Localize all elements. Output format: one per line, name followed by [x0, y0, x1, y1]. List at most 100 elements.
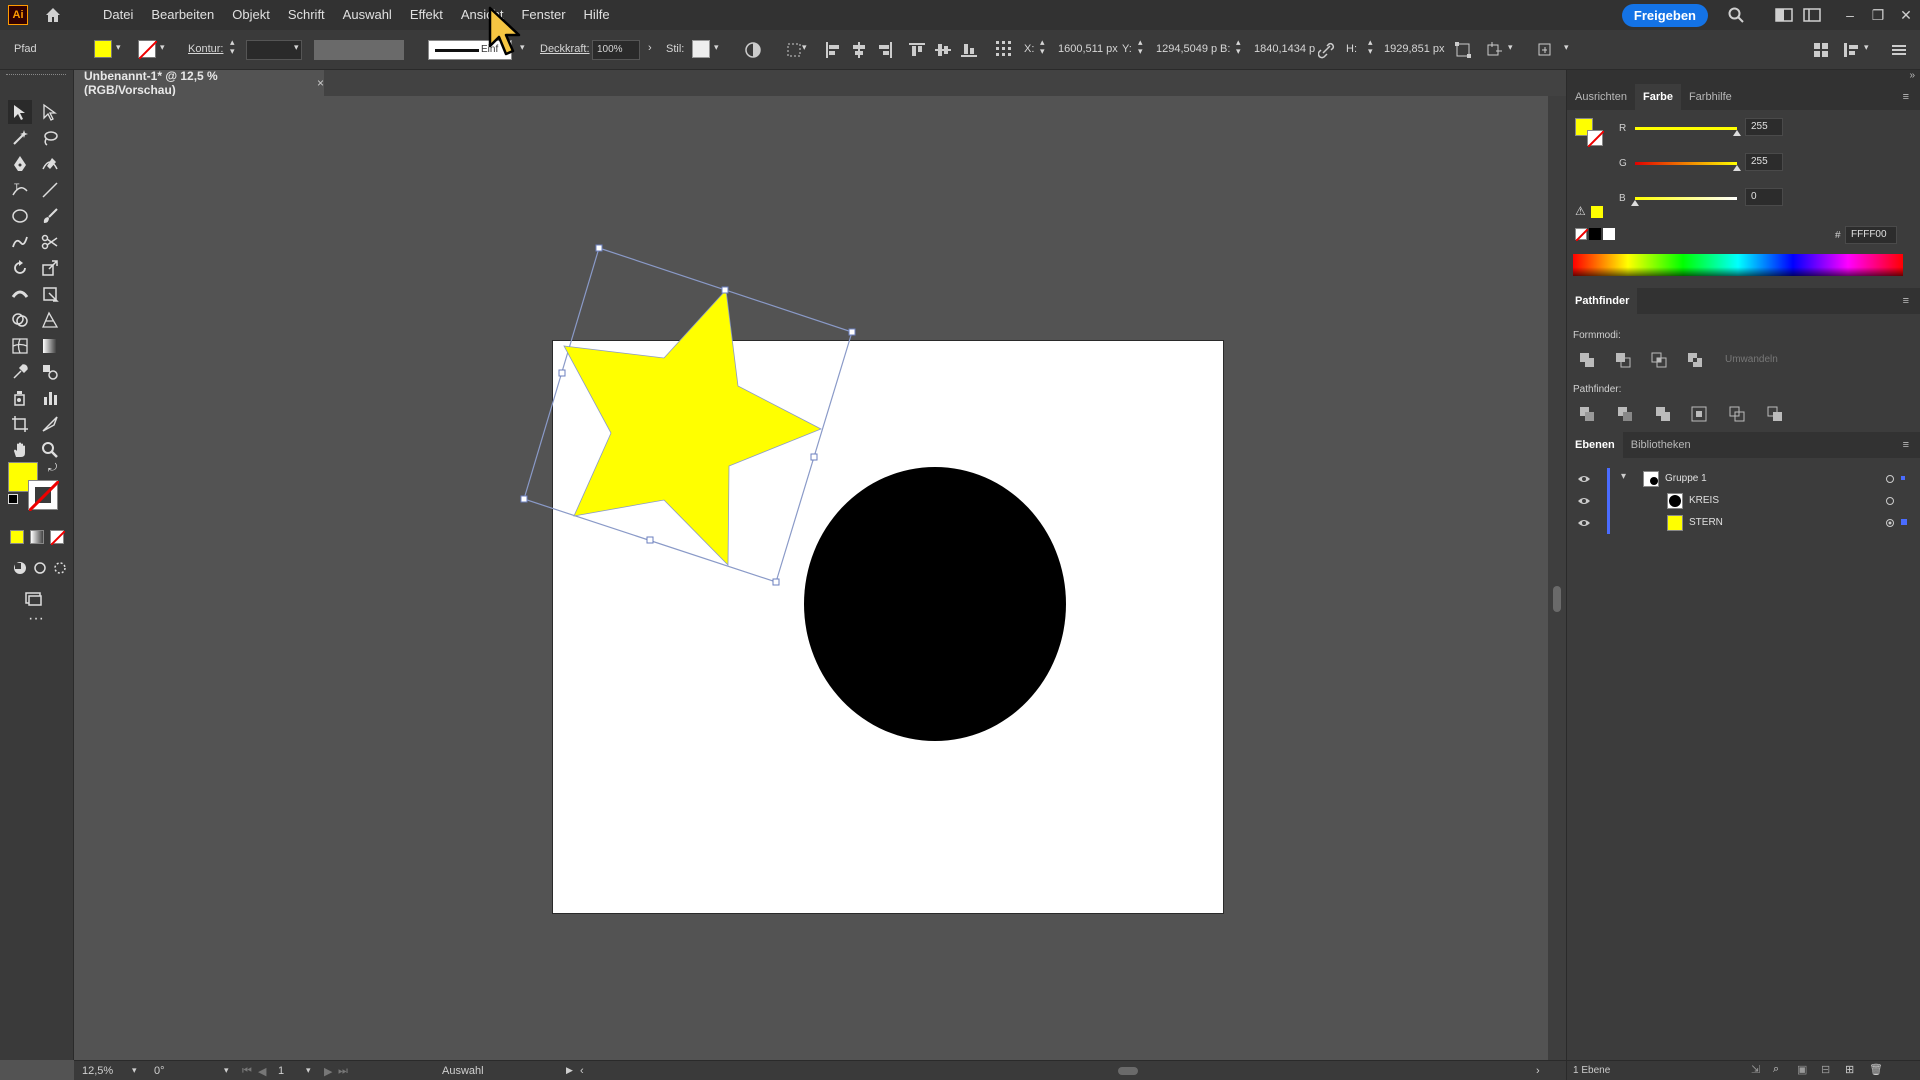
shaper-tool-icon[interactable]: [8, 230, 32, 254]
variable-width-field[interactable]: [314, 40, 404, 60]
properties-toggle-icon[interactable]: [1842, 41, 1860, 59]
selection-indicator[interactable]: [1901, 519, 1907, 525]
align-bottom-icon[interactable]: [960, 41, 978, 59]
trash-icon[interactable]: 🗑: [1869, 1063, 1883, 1076]
restore-icon[interactable]: ❐: [1864, 0, 1892, 30]
crop-icon[interactable]: [1691, 406, 1707, 422]
x-field[interactable]: 1600,511 px: [1058, 43, 1118, 55]
rotation-value[interactable]: 0°: [154, 1065, 165, 1077]
column-graph-tool-icon[interactable]: [38, 386, 62, 410]
draw-inside-icon[interactable]: [48, 556, 72, 580]
screen-mode-icon[interactable]: [22, 586, 46, 610]
star-shape[interactable]: [563, 289, 822, 566]
chevron-down-icon[interactable]: ▾: [714, 42, 719, 53]
exclude-icon[interactable]: [1687, 352, 1703, 368]
menu-effekt[interactable]: Effekt: [401, 0, 452, 30]
outline-icon[interactable]: [1729, 406, 1745, 422]
align-top-icon[interactable]: [908, 41, 926, 59]
visibility-eye-icon[interactable]: [1577, 472, 1591, 486]
menu-auswahl[interactable]: Auswahl: [334, 0, 401, 30]
color-stroke-swatch[interactable]: [1587, 130, 1604, 147]
new-layer-icon[interactable]: ⊞: [1845, 1063, 1854, 1076]
chevron-down-icon[interactable]: ▾: [1621, 471, 1626, 482]
scissors-tool-icon[interactable]: [38, 230, 62, 254]
chevron-down-icon[interactable]: ▾: [160, 42, 165, 53]
selection-indicator[interactable]: [1901, 476, 1905, 480]
direct-selection-tool-icon[interactable]: [38, 100, 62, 124]
search-icon[interactable]: [1722, 0, 1750, 30]
y-field[interactable]: 1294,5049 p: [1156, 43, 1217, 55]
graphic-style-swatch[interactable]: [692, 40, 710, 58]
transform-grid-icon[interactable]: [994, 39, 1012, 57]
layer-name[interactable]: KREIS: [1689, 495, 1719, 506]
zoom-tool-icon[interactable]: [38, 438, 62, 462]
align-center-icon[interactable]: [850, 41, 868, 59]
layer-row-stern[interactable]: STERN: [1567, 512, 1920, 534]
chevron-right-icon[interactable]: ›: [648, 42, 652, 54]
swap-fill-stroke-icon[interactable]: ⤾: [48, 462, 57, 475]
white-color-icon[interactable]: [1603, 228, 1615, 240]
last-artboard-icon[interactable]: ⏭: [338, 1065, 348, 1078]
r-slider-thumb[interactable]: [1733, 130, 1741, 136]
document-tab[interactable]: Unbenannt-1* @ 12,5 % (RGB/Vorschau) ×: [74, 69, 324, 97]
minus-front-icon[interactable]: [1615, 352, 1631, 368]
target-circle-icon[interactable]: [1885, 474, 1895, 484]
new-sublayer-icon[interactable]: ⊟: [1821, 1063, 1830, 1076]
r-value[interactable]: 255: [1745, 118, 1783, 136]
selection-tool-icon[interactable]: [8, 100, 32, 124]
stroke-stepper-icon[interactable]: ▴ ▾: [230, 38, 235, 56]
curvature-tool-icon[interactable]: [38, 152, 62, 176]
chevron-down-icon[interactable]: ▾: [1564, 42, 1569, 53]
scroll-thumb[interactable]: [1553, 586, 1561, 612]
merge-icon[interactable]: [1655, 406, 1671, 422]
b-value[interactable]: 0: [1745, 188, 1783, 206]
none-color-icon[interactable]: [1575, 228, 1588, 241]
eyedropper-tool-icon[interactable]: [8, 360, 32, 384]
minus-back-icon[interactable]: [1767, 406, 1783, 422]
layer-name[interactable]: STERN: [1689, 517, 1723, 528]
close-window-icon[interactable]: ✕: [1892, 0, 1920, 30]
tab-farbhilfe[interactable]: Farbhilfe: [1681, 84, 1740, 110]
layer-row-group[interactable]: ▾ Gruppe 1: [1567, 468, 1920, 490]
black-color-icon[interactable]: [1589, 228, 1601, 240]
first-artboard-icon[interactable]: ⏮: [242, 1065, 252, 1078]
arrange-documents-icon[interactable]: [1798, 0, 1826, 30]
stroke-swatch[interactable]: [138, 40, 158, 60]
toolbar-grip[interactable]: [6, 74, 66, 76]
menu-bearbeiten[interactable]: Bearbeiten: [142, 0, 223, 30]
panel-menu-icon[interactable]: ≡: [1895, 84, 1917, 110]
workspace-icon[interactable]: [1770, 0, 1798, 30]
horizontal-scroll-thumb[interactable]: [1118, 1067, 1138, 1075]
vertical-scrollbar[interactable]: [1548, 96, 1566, 1060]
r-slider[interactable]: [1635, 127, 1737, 130]
target-circle-icon[interactable]: [1885, 496, 1895, 506]
panel-arrange-icon[interactable]: [1812, 41, 1830, 59]
width-tool-icon[interactable]: [8, 282, 32, 306]
x-stepper-icon[interactable]: ▴ ▾: [1040, 38, 1045, 56]
expand-button[interactable]: Umwandeln: [1725, 354, 1778, 365]
width-stepper-icon[interactable]: ▴ ▾: [1236, 38, 1241, 56]
artboard-number[interactable]: 1: [278, 1065, 284, 1077]
artboard-tool-icon[interactable]: [8, 412, 32, 436]
align-left-icon[interactable]: [824, 41, 842, 59]
default-colors-icon[interactable]: [8, 494, 18, 504]
height-stepper-icon[interactable]: ▴ ▾: [1368, 38, 1373, 56]
trim-icon[interactable]: [1617, 406, 1633, 422]
divide-icon[interactable]: [1579, 406, 1595, 422]
scroll-right-icon[interactable]: ›: [1536, 1065, 1540, 1077]
link-icon[interactable]: [1317, 41, 1336, 59]
scroll-left-icon[interactable]: ‹: [580, 1065, 584, 1077]
g-slider-thumb[interactable]: [1733, 165, 1741, 171]
chevron-down-icon[interactable]: ▾: [306, 1065, 311, 1076]
circle-shape[interactable]: [804, 467, 1066, 741]
collapse-panels-icon[interactable]: »: [1909, 70, 1915, 81]
chevron-down-icon[interactable]: ▾: [802, 42, 807, 53]
stroke-color-swatch[interactable]: [28, 480, 59, 511]
g-value[interactable]: 255: [1745, 153, 1783, 171]
chevron-right-icon[interactable]: ▶: [566, 1065, 573, 1076]
blend-tool-icon[interactable]: [38, 360, 62, 384]
visibility-eye-icon[interactable]: [1577, 494, 1591, 508]
panel-menu-icon[interactable]: ≡: [1895, 432, 1917, 458]
layer-row-kreis[interactable]: KREIS: [1567, 490, 1920, 512]
color-mode-icon[interactable]: [10, 530, 24, 544]
